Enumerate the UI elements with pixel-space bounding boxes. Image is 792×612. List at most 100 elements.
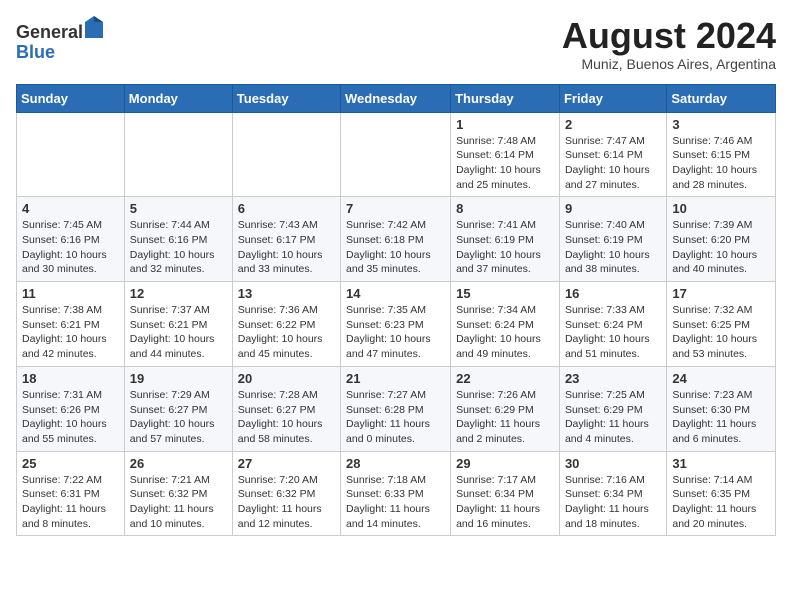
sunrise-text: Sunrise: 7:26 AM [456,389,536,401]
sunrise-text: Sunrise: 7:45 AM [22,219,102,231]
day-number: 1 [456,117,554,132]
sunrise-text: Sunrise: 7:22 AM [22,474,102,486]
day-number: 15 [456,286,554,301]
sunset-text: Sunset: 6:32 PM [130,488,208,500]
day-number: 12 [130,286,227,301]
table-row: 29Sunrise: 7:17 AM Sunset: 6:34 PM Dayli… [451,451,560,536]
col-tuesday: Tuesday [232,84,340,112]
sunrise-text: Sunrise: 7:39 AM [672,219,752,231]
sunset-text: Sunset: 6:27 PM [238,404,316,416]
sunrise-text: Sunrise: 7:43 AM [238,219,318,231]
table-row: 8Sunrise: 7:41 AM Sunset: 6:19 PM Daylig… [451,197,560,282]
day-number: 5 [130,201,227,216]
day-info: Sunrise: 7:31 AM Sunset: 6:26 PM Dayligh… [22,388,119,447]
day-info: Sunrise: 7:46 AM Sunset: 6:15 PM Dayligh… [672,134,770,193]
daylight-text: Daylight: 10 hours and 47 minutes. [346,333,431,360]
day-info: Sunrise: 7:38 AM Sunset: 6:21 PM Dayligh… [22,303,119,362]
sunrise-text: Sunrise: 7:31 AM [22,389,102,401]
table-row: 19Sunrise: 7:29 AM Sunset: 6:27 PM Dayli… [124,366,232,451]
sunrise-text: Sunrise: 7:28 AM [238,389,318,401]
day-number: 11 [22,286,119,301]
daylight-text: Daylight: 11 hours and 12 minutes. [238,503,322,530]
daylight-text: Daylight: 10 hours and 58 minutes. [238,418,323,445]
day-number: 3 [672,117,770,132]
sunset-text: Sunset: 6:19 PM [456,234,534,246]
sunrise-text: Sunrise: 7:41 AM [456,219,536,231]
daylight-text: Daylight: 10 hours and 35 minutes. [346,249,431,276]
day-number: 24 [672,371,770,386]
sunrise-text: Sunrise: 7:42 AM [346,219,426,231]
table-row [124,112,232,197]
daylight-text: Daylight: 10 hours and 27 minutes. [565,164,650,191]
calendar-week-row: 18 Sunrise: 7:31 AM Sunset: 6:26 PM Dayli… [17,366,776,451]
table-row: 1Sunrise: 7:48 AM Sunset: 6:14 PM Daylig… [451,112,560,197]
daylight-text: Daylight: 10 hours and 53 minutes. [672,333,757,360]
daylight-text: Daylight: 10 hours and 37 minutes. [456,249,541,276]
daylight-text: Daylight: 11 hours and 18 minutes. [565,503,649,530]
table-row: 31Sunrise: 7:14 AM Sunset: 6:35 PM Dayli… [667,451,776,536]
logo-blue: Blue [16,42,55,62]
table-row: 13Sunrise: 7:36 AM Sunset: 6:22 PM Dayli… [232,282,340,367]
sunrise-text: Sunrise: 7:40 AM [565,219,645,231]
table-row: 16Sunrise: 7:33 AM Sunset: 6:24 PM Dayli… [559,282,666,367]
table-row: 28Sunrise: 7:18 AM Sunset: 6:33 PM Dayli… [341,451,451,536]
table-row: 7Sunrise: 7:42 AM Sunset: 6:18 PM Daylig… [341,197,451,282]
sunset-text: Sunset: 6:21 PM [22,319,100,331]
day-info: Sunrise: 7:42 AM Sunset: 6:18 PM Dayligh… [346,218,445,277]
day-info: Sunrise: 7:33 AM Sunset: 6:24 PM Dayligh… [565,303,661,362]
day-info: Sunrise: 7:41 AM Sunset: 6:19 PM Dayligh… [456,218,554,277]
day-number: 27 [238,456,335,471]
day-number: 23 [565,371,661,386]
sunrise-text: Sunrise: 7:38 AM [22,304,102,316]
sunrise-text: Sunrise: 7:35 AM [346,304,426,316]
table-row: 3 Sunrise: 7:46 AM Sunset: 6:15 PM Daylig… [667,112,776,197]
day-info: Sunrise: 7:23 AM Sunset: 6:30 PM Dayligh… [672,388,770,447]
table-row: 5 Sunrise: 7:44 AM Sunset: 6:16 PM Daylig… [124,197,232,282]
sunrise-text: Sunrise: 7:14 AM [672,474,752,486]
day-number: 28 [346,456,445,471]
table-row: 2Sunrise: 7:47 AM Sunset: 6:14 PM Daylig… [559,112,666,197]
day-number: 10 [672,201,770,216]
day-number: 18 [22,371,119,386]
day-number: 20 [238,371,335,386]
sunset-text: Sunset: 6:20 PM [672,234,750,246]
daylight-text: Daylight: 10 hours and 28 minutes. [672,164,757,191]
day-number: 30 [565,456,661,471]
daylight-text: Daylight: 11 hours and 4 minutes. [565,418,649,445]
table-row: 30Sunrise: 7:16 AM Sunset: 6:34 PM Dayli… [559,451,666,536]
daylight-text: Daylight: 10 hours and 42 minutes. [22,333,107,360]
sunset-text: Sunset: 6:16 PM [130,234,208,246]
day-number: 6 [238,201,335,216]
sunrise-text: Sunrise: 7:44 AM [130,219,210,231]
daylight-text: Daylight: 10 hours and 49 minutes. [456,333,541,360]
sunset-text: Sunset: 6:15 PM [672,149,750,161]
sunset-text: Sunset: 6:14 PM [456,149,534,161]
col-saturday: Saturday [667,84,776,112]
table-row [341,112,451,197]
table-row: 17Sunrise: 7:32 AM Sunset: 6:25 PM Dayli… [667,282,776,367]
month-year-title: August 2024 [562,16,776,56]
day-number: 4 [22,201,119,216]
daylight-text: Daylight: 10 hours and 30 minutes. [22,249,107,276]
day-info: Sunrise: 7:21 AM Sunset: 6:32 PM Dayligh… [130,473,227,532]
day-info: Sunrise: 7:29 AM Sunset: 6:27 PM Dayligh… [130,388,227,447]
day-info: Sunrise: 7:34 AM Sunset: 6:24 PM Dayligh… [456,303,554,362]
sunset-text: Sunset: 6:23 PM [346,319,424,331]
sunset-text: Sunset: 6:16 PM [22,234,100,246]
sunrise-text: Sunrise: 7:18 AM [346,474,426,486]
sunset-text: Sunset: 6:31 PM [22,488,100,500]
page-header: General Blue August 2024 Muniz, Buenos A… [16,16,776,72]
sunset-text: Sunset: 6:17 PM [238,234,316,246]
daylight-text: Daylight: 10 hours and 44 minutes. [130,333,215,360]
sunset-text: Sunset: 6:26 PM [22,404,100,416]
sunrise-text: Sunrise: 7:48 AM [456,135,536,147]
sunset-text: Sunset: 6:35 PM [672,488,750,500]
col-thursday: Thursday [451,84,560,112]
title-area: August 2024 Muniz, Buenos Aires, Argenti… [562,16,776,72]
sunset-text: Sunset: 6:14 PM [565,149,643,161]
sunset-text: Sunset: 6:29 PM [565,404,643,416]
table-row: 26Sunrise: 7:21 AM Sunset: 6:32 PM Dayli… [124,451,232,536]
table-row: 22Sunrise: 7:26 AM Sunset: 6:29 PM Dayli… [451,366,560,451]
col-friday: Friday [559,84,666,112]
daylight-text: Daylight: 10 hours and 32 minutes. [130,249,215,276]
